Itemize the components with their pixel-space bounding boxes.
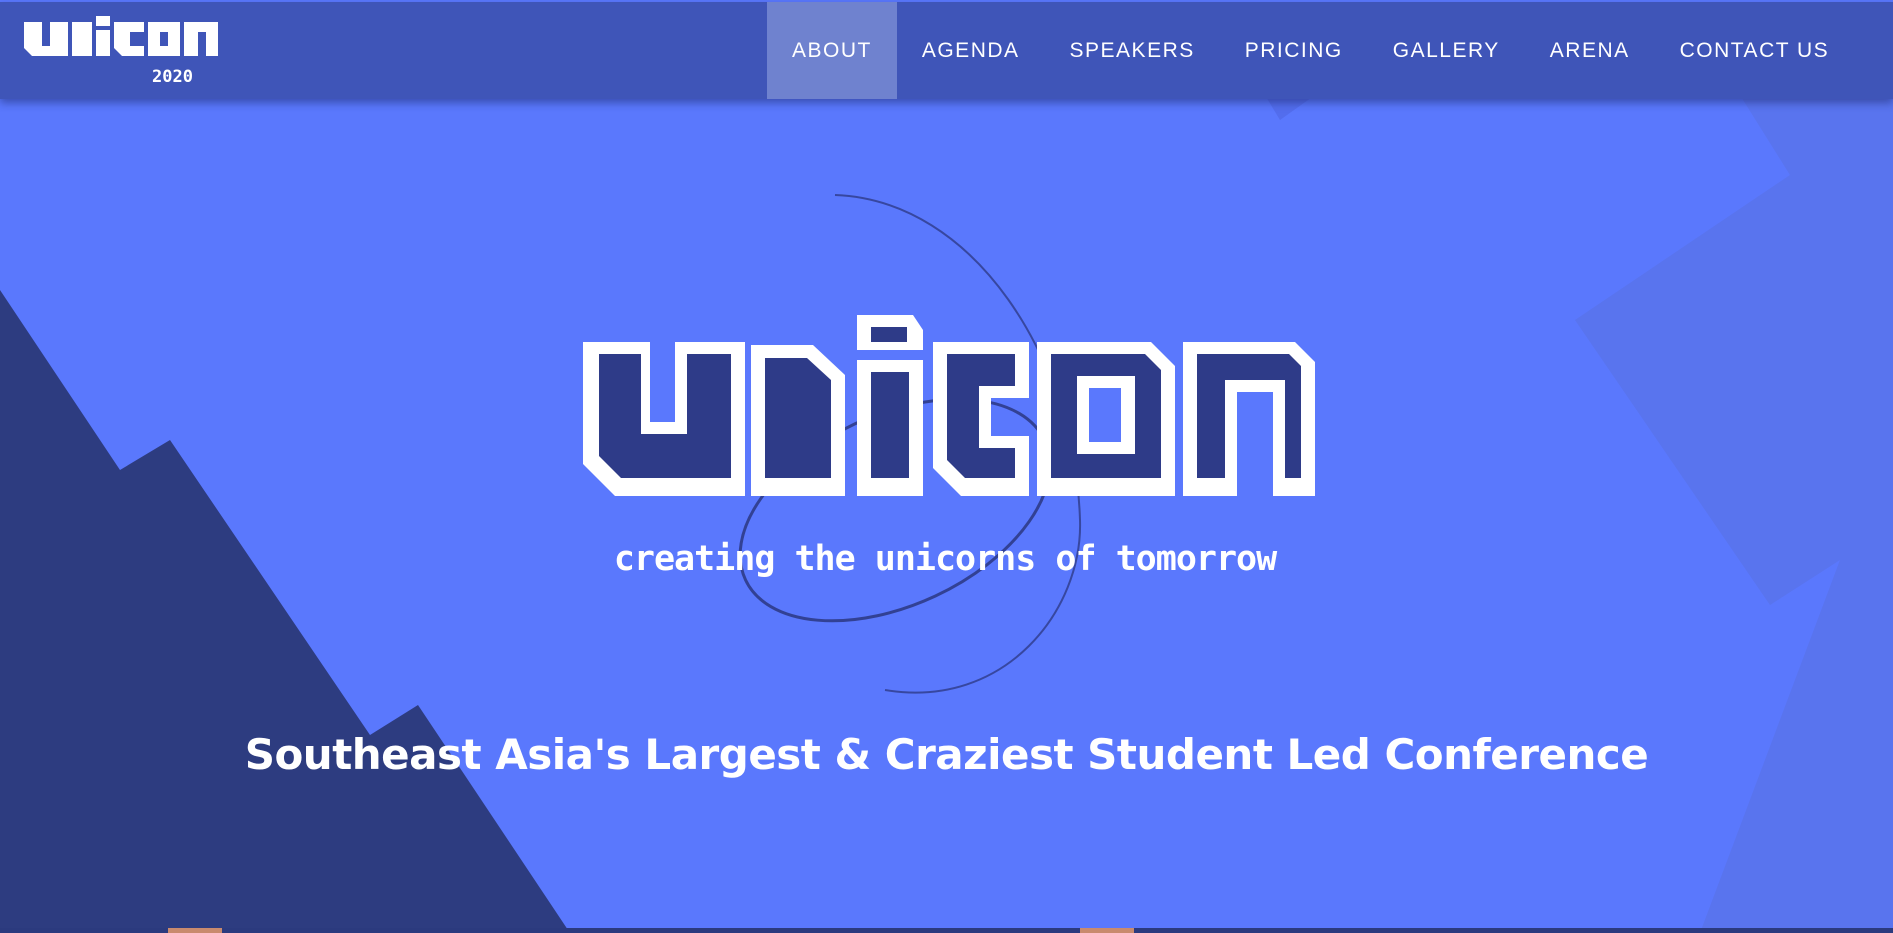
logo-year: 2020: [152, 67, 193, 87]
unicon-wordmark: [583, 315, 1315, 496]
nav-gallery[interactable]: GALLERY: [1368, 2, 1525, 99]
left-dark-shape: [0, 290, 570, 933]
bottom-strip: [0, 928, 1893, 933]
bottom-accent-center: [1080, 928, 1134, 933]
nav-pricing[interactable]: PRICING: [1220, 2, 1368, 99]
main-nav: ABOUT AGENDA SPEAKERS PRICING GALLERY AR…: [767, 2, 1854, 99]
hero-tagline: creating the unicorns of tomorrow: [614, 539, 1278, 579]
page: 2020 ABOUT AGENDA SPEAKERS PRICING GALLE…: [0, 0, 1893, 933]
nav-contact-us[interactable]: CONTACT US: [1655, 2, 1855, 99]
nav-speakers[interactable]: SPEAKERS: [1045, 2, 1220, 99]
nav-arena[interactable]: ARENA: [1525, 2, 1655, 99]
nav-about[interactable]: ABOUT: [767, 2, 897, 99]
nav-agenda[interactable]: AGENDA: [897, 2, 1045, 99]
hero-logo: creating the unicorns of tomorrow: [583, 194, 1315, 694]
right-light-shape: [1575, 95, 1893, 933]
hero-headline: Southeast Asia's Largest & Craziest Stud…: [244, 730, 1649, 779]
bottom-accent-left: [168, 928, 222, 933]
navbar: 2020 ABOUT AGENDA SPEAKERS PRICING GALLE…: [0, 2, 1893, 99]
unicon-logo[interactable]: 2020: [22, 16, 218, 88]
